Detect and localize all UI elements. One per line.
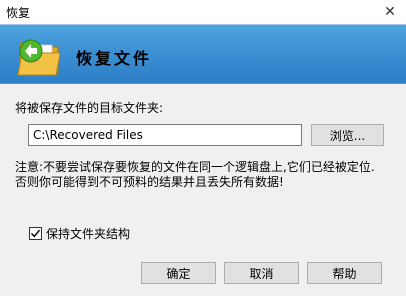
close-button[interactable]: ✕: [374, 0, 406, 24]
folder-recover-icon: [17, 39, 61, 76]
ok-button[interactable]: 确定: [141, 262, 216, 284]
target-folder-label: 将被保存文件的目标文件夹:: [15, 101, 164, 115]
keep-structure-label: 保持文件夹结构: [46, 227, 131, 241]
window-title: 恢复: [6, 6, 31, 20]
cancel-button[interactable]: 取消: [224, 262, 299, 284]
keep-structure-checkbox[interactable]: [29, 227, 42, 240]
recover-dialog: 恢复 ✕ 恢复文件 将被保存文件的目标文件夹: 浏览... 注意:不要尝试保存要…: [0, 0, 406, 296]
checkmark-icon: [30, 229, 41, 238]
close-icon: ✕: [384, 4, 396, 20]
title-bar: 恢复 ✕: [0, 0, 406, 24]
help-button[interactable]: 帮助: [307, 262, 382, 284]
banner-title: 恢复文件: [76, 49, 153, 68]
target-folder-input[interactable]: [28, 124, 302, 146]
browse-button[interactable]: 浏览...: [311, 124, 384, 146]
warning-text: 注意:不要尝试保存要恢复的文件在同一个逻辑盘上,它们已经被定位.否则你可能得到不…: [15, 160, 375, 189]
keep-structure-option[interactable]: 保持文件夹结构: [29, 225, 130, 242]
header-banner: 恢复文件: [0, 24, 406, 84]
